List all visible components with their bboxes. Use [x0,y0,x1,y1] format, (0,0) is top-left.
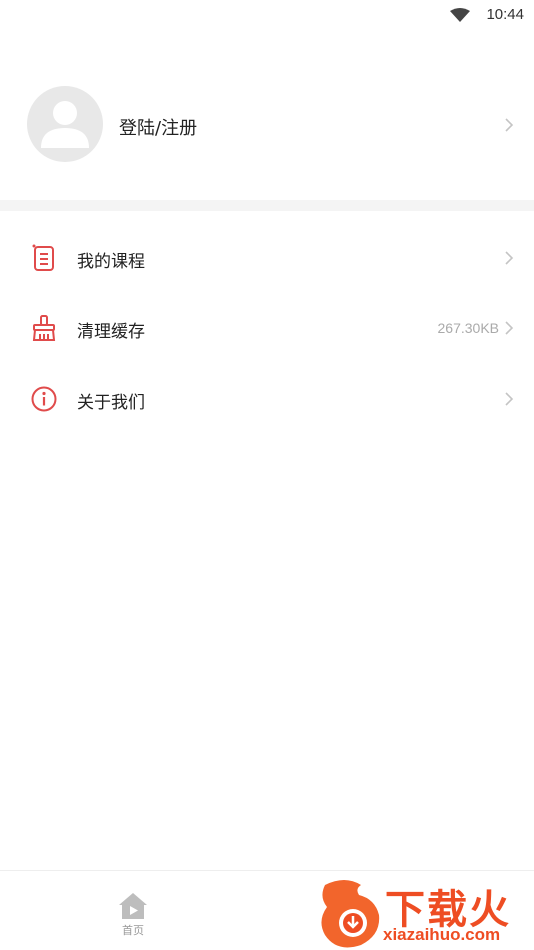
section-divider [0,200,534,211]
menu-label: 清理缓存 [77,322,145,342]
menu-item-my-courses[interactable]: 我的课程 [0,222,534,292]
login-register-label[interactable]: 登陆/注册 [119,114,197,140]
login-row[interactable]: 登陆/注册 [0,80,534,170]
cache-size-value: 267.30KB [437,320,500,336]
tab-home-label: 首页 [122,924,144,937]
menu-label: 我的课程 [77,252,145,272]
home-play-icon [119,893,147,919]
chevron-right-icon [505,321,514,335]
chevron-right-icon [505,392,514,406]
person-icon [41,101,89,148]
menu-item-about-us[interactable]: 关于我们 [0,363,534,433]
chevron-right-icon [505,251,514,265]
status-bar: 10:44 [0,0,534,30]
watermark-logo: 下载火 xiazaihuo.com [315,875,534,949]
flame-download-icon [321,880,380,948]
chevron-right-icon [505,118,514,132]
watermark-url: xiazaihuo.com [383,925,501,944]
tab-home[interactable]: 首页 [113,891,153,937]
broom-icon [32,315,56,341]
menu-item-clear-cache[interactable]: 清理缓存 267.30KB [0,292,534,362]
wifi-icon [450,8,470,22]
status-time: 10:44 [486,6,524,23]
avatar[interactable] [27,86,103,162]
info-icon [31,386,57,412]
course-document-icon [32,244,54,271]
menu-label: 关于我们 [77,393,145,413]
